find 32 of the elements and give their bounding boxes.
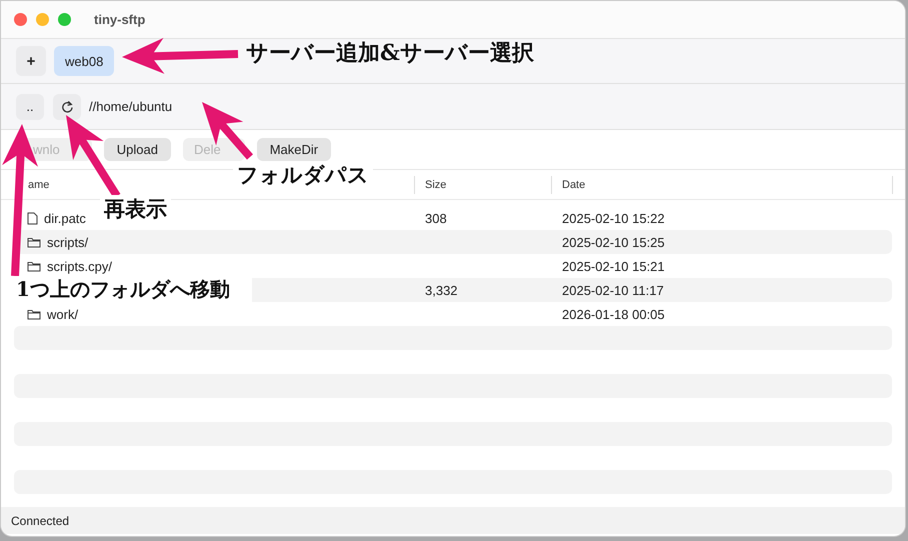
file-name: dir.patc — [44, 210, 86, 226]
file-name: work/ — [47, 306, 78, 322]
column-header[interactable]: Date — [552, 176, 893, 194]
folder-icon — [27, 236, 41, 248]
folder-icon — [27, 308, 41, 320]
zoom-button[interactable] — [58, 13, 71, 26]
action-button[interactable]: Upload — [104, 138, 171, 161]
annotation-label: 1つ上のフォルダへ移動 — [12, 276, 252, 302]
file-name: scripts.cpy/ — [47, 258, 112, 274]
minimize-button[interactable] — [36, 13, 49, 26]
file-date: 2025-02-10 15:22 — [562, 210, 665, 226]
file-date: 2026-01-18 00:05 — [562, 306, 665, 322]
file-date: 2025-02-10 15:25 — [562, 234, 665, 250]
server-tab[interactable]: web08 — [54, 46, 114, 76]
folder-path: //home/ubuntu — [89, 99, 172, 114]
file-size: 308 — [425, 210, 447, 226]
file-size: 3,332 — [425, 282, 458, 298]
file-date: 2025-02-10 11:17 — [562, 282, 664, 298]
status-text: Connected — [11, 514, 70, 528]
parent-folder-button[interactable]: .. — [16, 94, 44, 120]
refresh-icon — [60, 100, 74, 114]
refresh-button[interactable] — [53, 94, 81, 120]
file-name: scripts/ — [47, 234, 88, 250]
window-title: tiny-sftp — [94, 12, 146, 27]
file-date: 2025-02-10 15:21 — [562, 258, 665, 274]
file-icon — [27, 212, 38, 224]
column-header[interactable]: Size — [415, 176, 552, 194]
annotation-label: 再表示 — [100, 195, 171, 222]
action-button[interactable]: MakeDir — [256, 138, 332, 161]
close-button[interactable] — [14, 13, 27, 26]
add-server-button[interactable]: + — [16, 46, 46, 76]
folder-icon — [27, 260, 41, 272]
